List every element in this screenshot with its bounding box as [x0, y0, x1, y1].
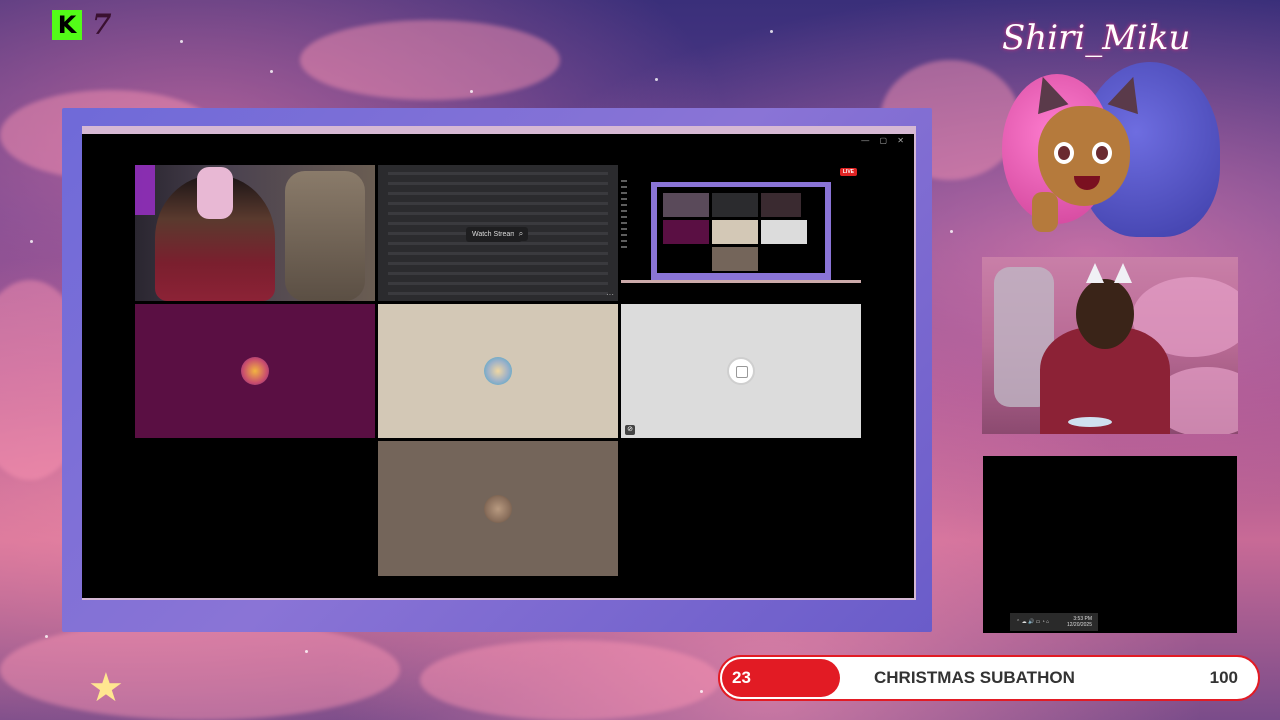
subathon-title: CHRISTMAS SUBATHON	[874, 668, 1075, 687]
secondary-capture	[983, 456, 1237, 633]
mascot-illustration	[992, 62, 1232, 252]
streamer-webcam	[982, 257, 1238, 434]
subathon-goal-bar: 23 CHRISTMAS SUBATHON 100	[718, 655, 1260, 701]
stream-preview-tile[interactable]: LIVE	[621, 165, 861, 283]
screen-share-tile[interactable]: Watch Stream ⌕ ···	[378, 165, 618, 301]
participant-avatar	[484, 357, 512, 385]
participant-tile-1[interactable]	[135, 304, 375, 438]
preview-sidebar	[621, 180, 627, 250]
subathon-goal: 100	[1209, 668, 1238, 687]
window-controls-icon[interactable]: — ▢ ✕	[861, 136, 908, 145]
system-taskbar: ⌃ ☁ 🔊 ▭ ◔ ⌂ 3:53 PM 12/20/2025	[1010, 613, 1098, 631]
kick-logo-icon: K	[52, 10, 82, 40]
cat-ear-headset-icon	[1086, 263, 1104, 283]
preview-screen	[657, 187, 825, 273]
headset-icon	[197, 167, 233, 219]
tray-icons: ⌃ ☁ 🔊 ▭ ◔ ⌂	[1016, 619, 1050, 625]
participant-tile-3[interactable]: ⊘	[621, 304, 861, 438]
star-decoration-icon: ★	[88, 666, 124, 710]
rgb-light	[135, 165, 155, 215]
subathon-count: 23	[732, 668, 751, 687]
subathon-progress-fill: 23	[722, 659, 840, 697]
webcam-tile-host[interactable]	[135, 165, 375, 301]
taskbar-clock: 3:53 PM 12/20/2025	[1067, 616, 1092, 628]
live-badge: LIVE	[839, 168, 857, 176]
streamer-brand-name: Shiri_Miku	[1002, 18, 1191, 58]
participant-tile-4[interactable]	[378, 441, 618, 576]
participant-tile-2[interactable]	[378, 304, 618, 438]
more-options-icon[interactable]: ···	[606, 290, 614, 299]
participant-avatar	[241, 357, 269, 385]
taskbar-date: 12/20/2025	[1066, 622, 1092, 628]
platform-number: 7	[92, 8, 112, 41]
preview-taskbar	[621, 280, 861, 283]
participant-avatar	[484, 494, 512, 523]
participant-avatar-default-icon	[727, 357, 755, 385]
muted-mic-icon: ⊘	[625, 425, 635, 435]
magnifier-icon[interactable]: ⌕	[514, 227, 528, 241]
gaming-chair	[285, 171, 365, 301]
